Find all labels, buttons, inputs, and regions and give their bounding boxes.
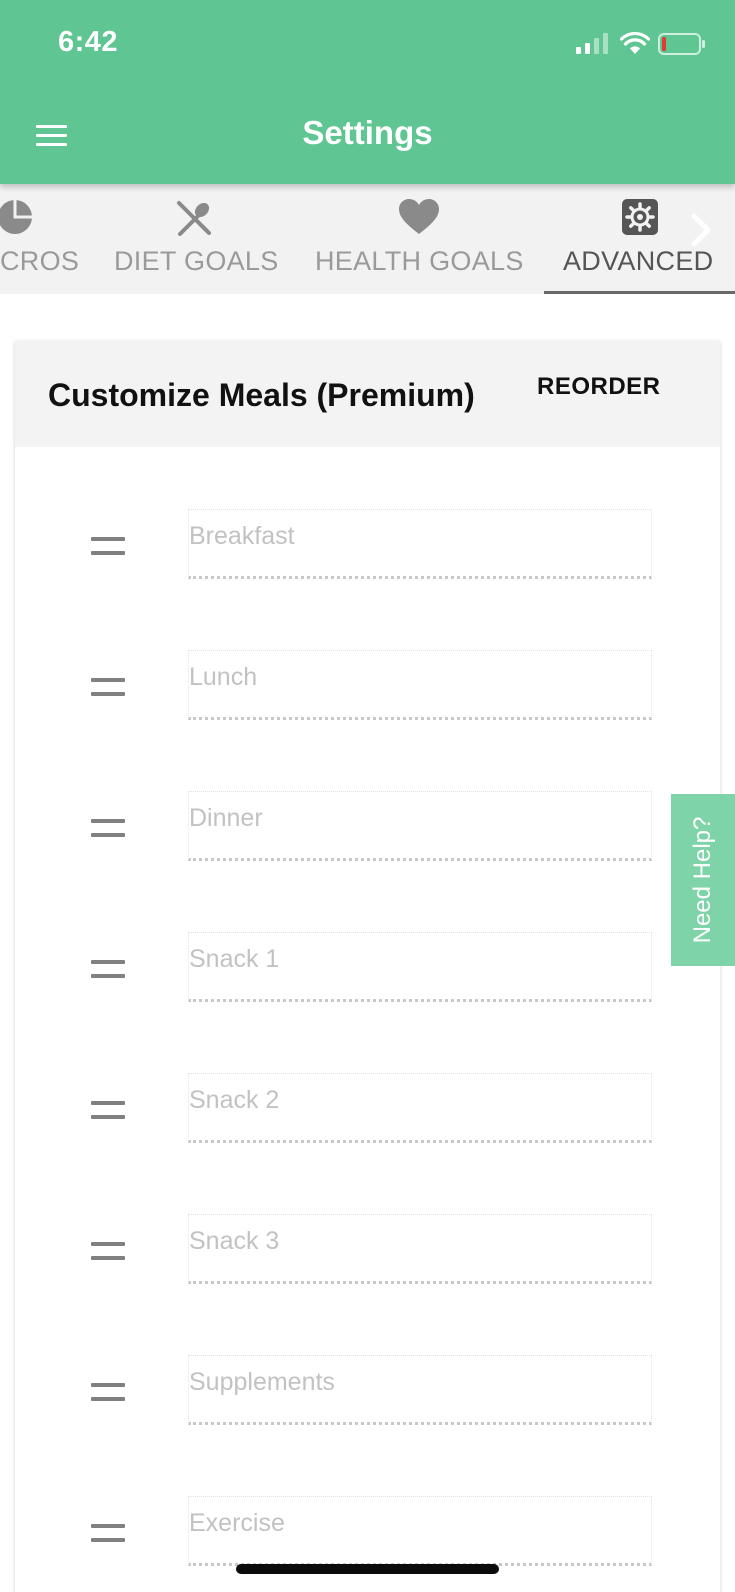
drag-handle-icon[interactable] bbox=[91, 1524, 125, 1542]
meal-name-field[interactable]: Dinner bbox=[188, 791, 652, 861]
heart-icon bbox=[399, 199, 439, 234]
meal-name-field[interactable]: Supplements bbox=[188, 1355, 652, 1425]
meal-row-snack-3: Snack 3 bbox=[15, 1214, 720, 1334]
meal-name-field[interactable]: Lunch bbox=[188, 650, 652, 720]
cellular-signal-icon bbox=[576, 33, 608, 54]
card-header: Customize Meals (Premium) REORDER bbox=[15, 341, 720, 447]
need-help-label: Need Help? bbox=[689, 816, 716, 944]
app-header: 6:42 Settings bbox=[0, 0, 735, 184]
tab-health-goals[interactable]: HEALTH GOALS bbox=[305, 184, 531, 294]
drag-handle-icon[interactable] bbox=[91, 1101, 125, 1119]
gear-icon bbox=[622, 199, 658, 235]
fork-spoon-icon bbox=[177, 201, 211, 236]
battery-low-icon bbox=[658, 33, 705, 55]
meal-row-supplements: Supplements bbox=[15, 1355, 720, 1475]
meal-row-breakfast: Breakfast bbox=[15, 509, 720, 629]
pie-chart-icon bbox=[0, 200, 32, 234]
card-title: Customize Meals (Premium) bbox=[48, 377, 475, 413]
customize-meals-card: Customize Meals (Premium) REORDER Breakf… bbox=[15, 341, 720, 1592]
meal-name-field[interactable]: Breakfast bbox=[188, 509, 652, 579]
meal-name-field[interactable]: Snack 1 bbox=[188, 932, 652, 1002]
meal-row-snack-1: Snack 1 bbox=[15, 932, 720, 1052]
meal-row-snack-2: Snack 2 bbox=[15, 1073, 720, 1193]
meal-name-field[interactable]: Exercise bbox=[188, 1496, 652, 1566]
drag-handle-icon[interactable] bbox=[91, 1383, 125, 1401]
settings-tab-bar: CROS DIET GOALS HEALTH GOALS ADVANCED bbox=[0, 184, 735, 294]
reorder-button[interactable]: REORDER bbox=[537, 373, 661, 401]
meal-name-field[interactable]: Snack 2 bbox=[188, 1073, 652, 1143]
need-help-button[interactable]: Need Help? bbox=[671, 794, 735, 966]
page-title: Settings bbox=[302, 114, 433, 151]
home-indicator bbox=[236, 1564, 499, 1574]
drag-handle-icon[interactable] bbox=[91, 960, 125, 978]
tab-label: HEALTH GOALS bbox=[315, 246, 524, 276]
meal-name-field[interactable]: Snack 3 bbox=[188, 1214, 652, 1284]
drag-handle-icon[interactable] bbox=[91, 678, 125, 696]
tab-label: ADVANCED bbox=[563, 246, 714, 276]
tab-label: CROS bbox=[0, 246, 80, 276]
drag-handle-icon[interactable] bbox=[91, 819, 125, 837]
meal-row-exercise: Exercise bbox=[15, 1496, 720, 1592]
chevron-right-icon[interactable] bbox=[682, 210, 722, 250]
tab-label: DIET GOALS bbox=[114, 246, 279, 276]
active-tab-indicator bbox=[544, 291, 735, 294]
meal-row-dinner: Dinner bbox=[15, 791, 720, 911]
tab-macros[interactable]: CROS bbox=[0, 184, 90, 294]
status-time: 6:42 bbox=[58, 26, 119, 58]
wifi-icon bbox=[620, 32, 650, 54]
drag-handle-icon[interactable] bbox=[91, 537, 125, 555]
meal-row-lunch: Lunch bbox=[15, 650, 720, 770]
drag-handle-icon[interactable] bbox=[91, 1242, 125, 1260]
tab-diet-goals[interactable]: DIET GOALS bbox=[104, 184, 288, 294]
